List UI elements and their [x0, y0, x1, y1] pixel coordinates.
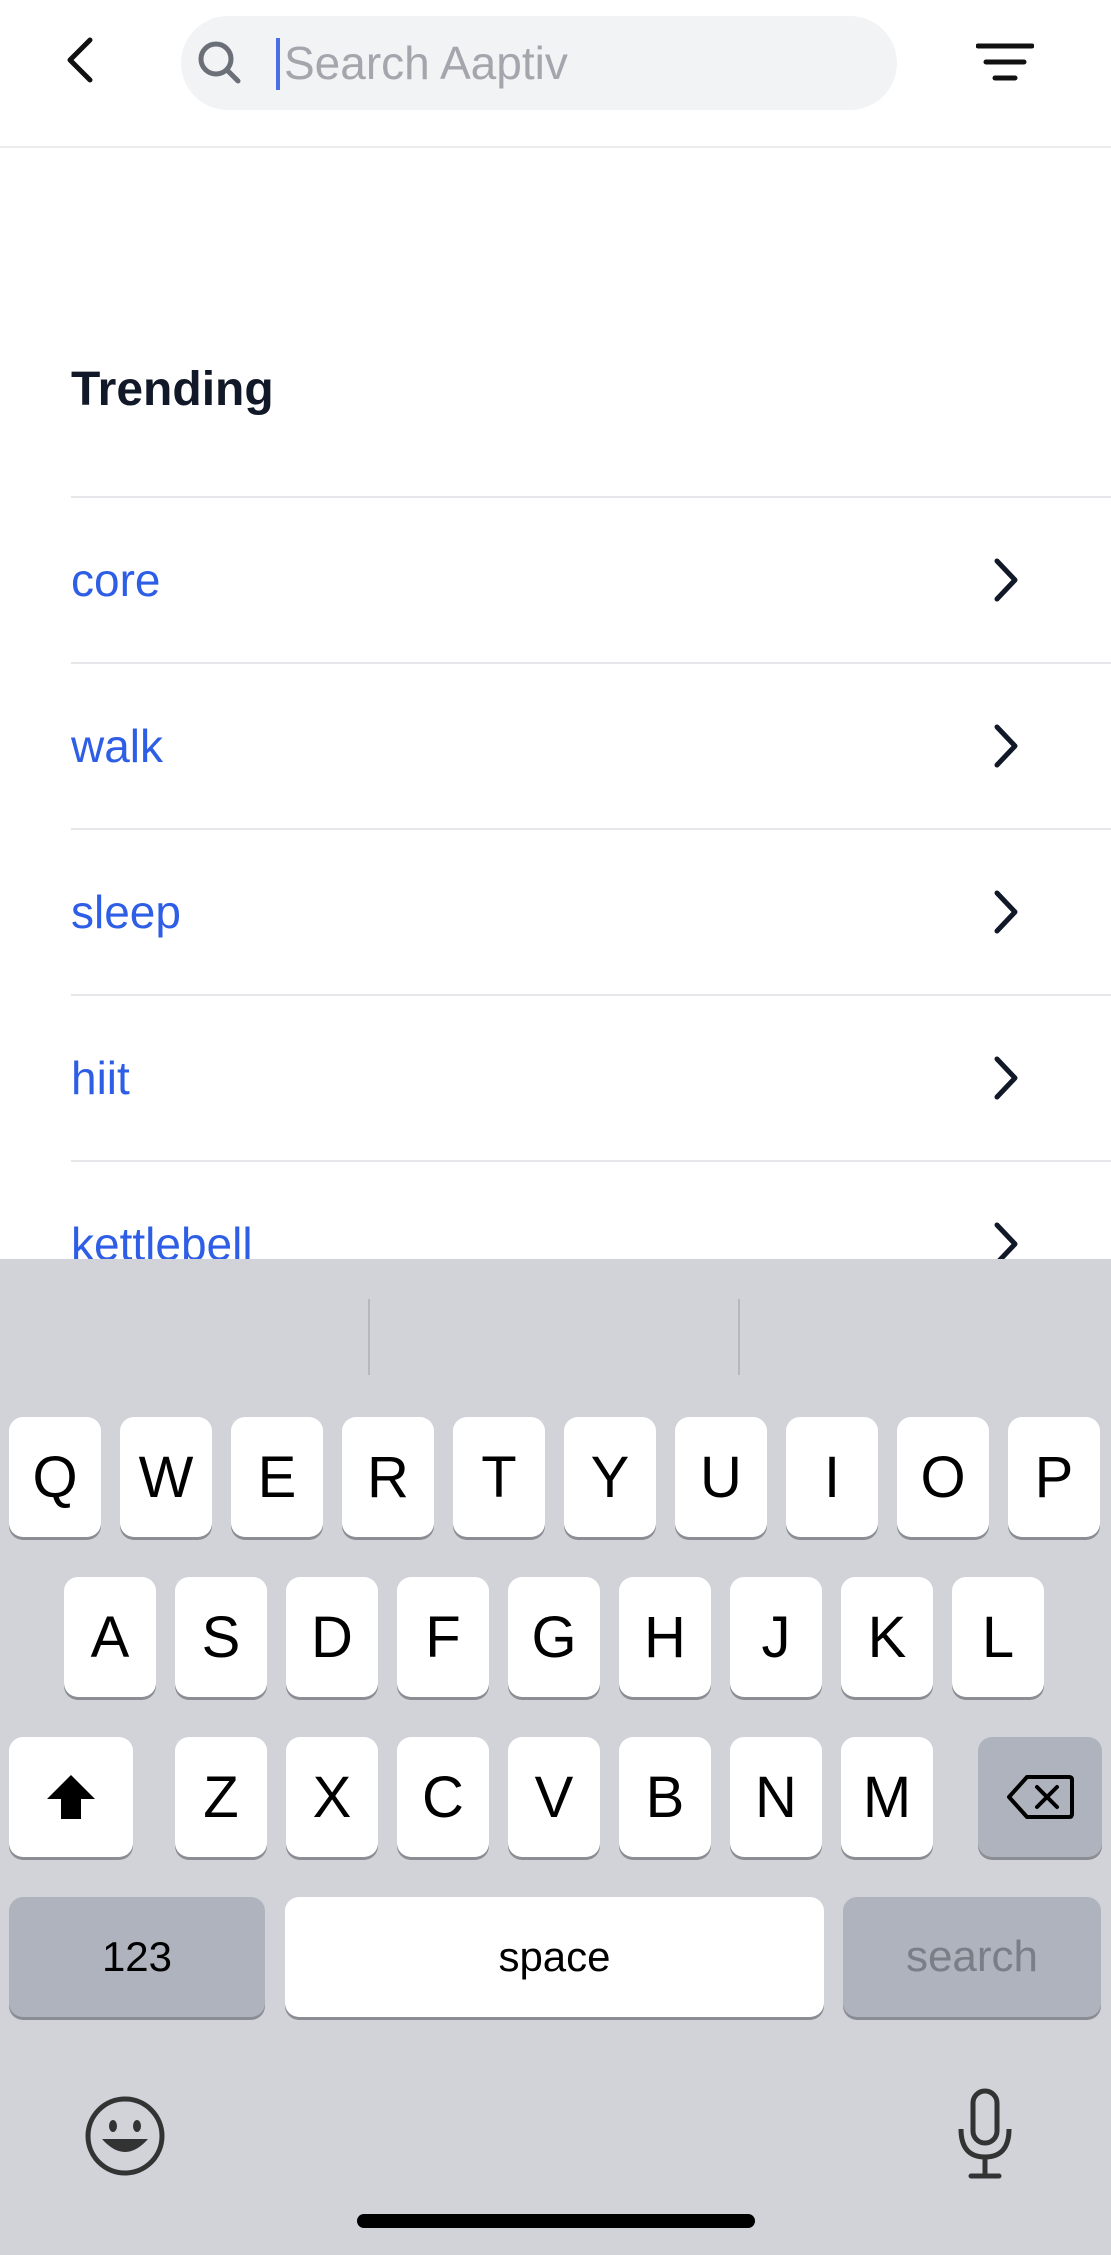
- filter-button[interactable]: [970, 32, 1040, 92]
- microphone-icon: [958, 2088, 1012, 2179]
- key-w[interactable]: W: [120, 1417, 212, 1537]
- on-screen-keyboard: Q W E R T Y U I O P A S D F G H J K L Z …: [0, 1259, 1111, 2255]
- key-u[interactable]: U: [675, 1417, 767, 1537]
- emoji-icon: [85, 2096, 165, 2176]
- suggestion-divider: [738, 1299, 740, 1375]
- key-z[interactable]: Z: [175, 1737, 267, 1857]
- trending-item-label: hiit: [71, 1052, 130, 1104]
- suggestion-divider: [368, 1299, 370, 1375]
- trending-item-label: walk: [71, 720, 164, 772]
- trending-item-core[interactable]: core: [71, 496, 1111, 662]
- trending-list: core walk sleep hiit kettlebell: [71, 496, 1111, 1326]
- key-s[interactable]: S: [175, 1577, 267, 1697]
- chevron-right-icon: [981, 716, 1031, 776]
- search-icon: [195, 38, 245, 88]
- key-y[interactable]: Y: [564, 1417, 656, 1537]
- key-j[interactable]: J: [730, 1577, 822, 1697]
- back-arrow-icon: [67, 37, 93, 83]
- trending-item-sleep[interactable]: sleep: [71, 828, 1111, 994]
- chevron-right-icon: [981, 1048, 1031, 1108]
- search-input[interactable]: [276, 16, 874, 110]
- numbers-key[interactable]: 123: [9, 1897, 265, 2017]
- key-k[interactable]: K: [841, 1577, 933, 1697]
- key-t[interactable]: T: [453, 1417, 545, 1537]
- backspace-icon: [1007, 1775, 1074, 1819]
- search-header: [0, 0, 1111, 148]
- key-i[interactable]: I: [786, 1417, 878, 1537]
- key-r[interactable]: R: [342, 1417, 434, 1537]
- text-caret: [276, 38, 280, 90]
- key-b[interactable]: B: [619, 1737, 711, 1857]
- key-m[interactable]: M: [841, 1737, 933, 1857]
- key-a[interactable]: A: [64, 1577, 156, 1697]
- search-field[interactable]: [181, 16, 897, 110]
- key-n[interactable]: N: [730, 1737, 822, 1857]
- dictation-button[interactable]: [950, 2085, 1020, 2185]
- key-l[interactable]: L: [952, 1577, 1044, 1697]
- key-h[interactable]: H: [619, 1577, 711, 1697]
- key-g[interactable]: G: [508, 1577, 600, 1697]
- key-f[interactable]: F: [397, 1577, 489, 1697]
- trending-item-label: sleep: [71, 886, 181, 938]
- trending-item-walk[interactable]: walk: [71, 662, 1111, 828]
- key-e[interactable]: E: [231, 1417, 323, 1537]
- emoji-button[interactable]: [82, 2093, 168, 2179]
- shift-icon: [47, 1775, 95, 1819]
- filter-icon: [976, 43, 1034, 81]
- key-x[interactable]: X: [286, 1737, 378, 1857]
- key-o[interactable]: O: [897, 1417, 989, 1537]
- trending-item-label: core: [71, 554, 161, 606]
- chevron-right-icon: [981, 550, 1031, 610]
- key-p[interactable]: P: [1008, 1417, 1100, 1537]
- back-button[interactable]: [50, 22, 110, 98]
- space-key[interactable]: space: [285, 1897, 824, 2017]
- chevron-right-icon: [981, 882, 1031, 942]
- key-d[interactable]: D: [286, 1577, 378, 1697]
- home-indicator[interactable]: [357, 2214, 755, 2228]
- key-q[interactable]: Q: [9, 1417, 101, 1537]
- backspace-key[interactable]: [978, 1737, 1102, 1857]
- key-v[interactable]: V: [508, 1737, 600, 1857]
- shift-key[interactable]: [9, 1737, 133, 1857]
- trending-title: Trending: [71, 363, 274, 416]
- trending-item-hiit[interactable]: hiit: [71, 994, 1111, 1160]
- search-key[interactable]: search: [843, 1897, 1101, 2017]
- key-c[interactable]: C: [397, 1737, 489, 1857]
